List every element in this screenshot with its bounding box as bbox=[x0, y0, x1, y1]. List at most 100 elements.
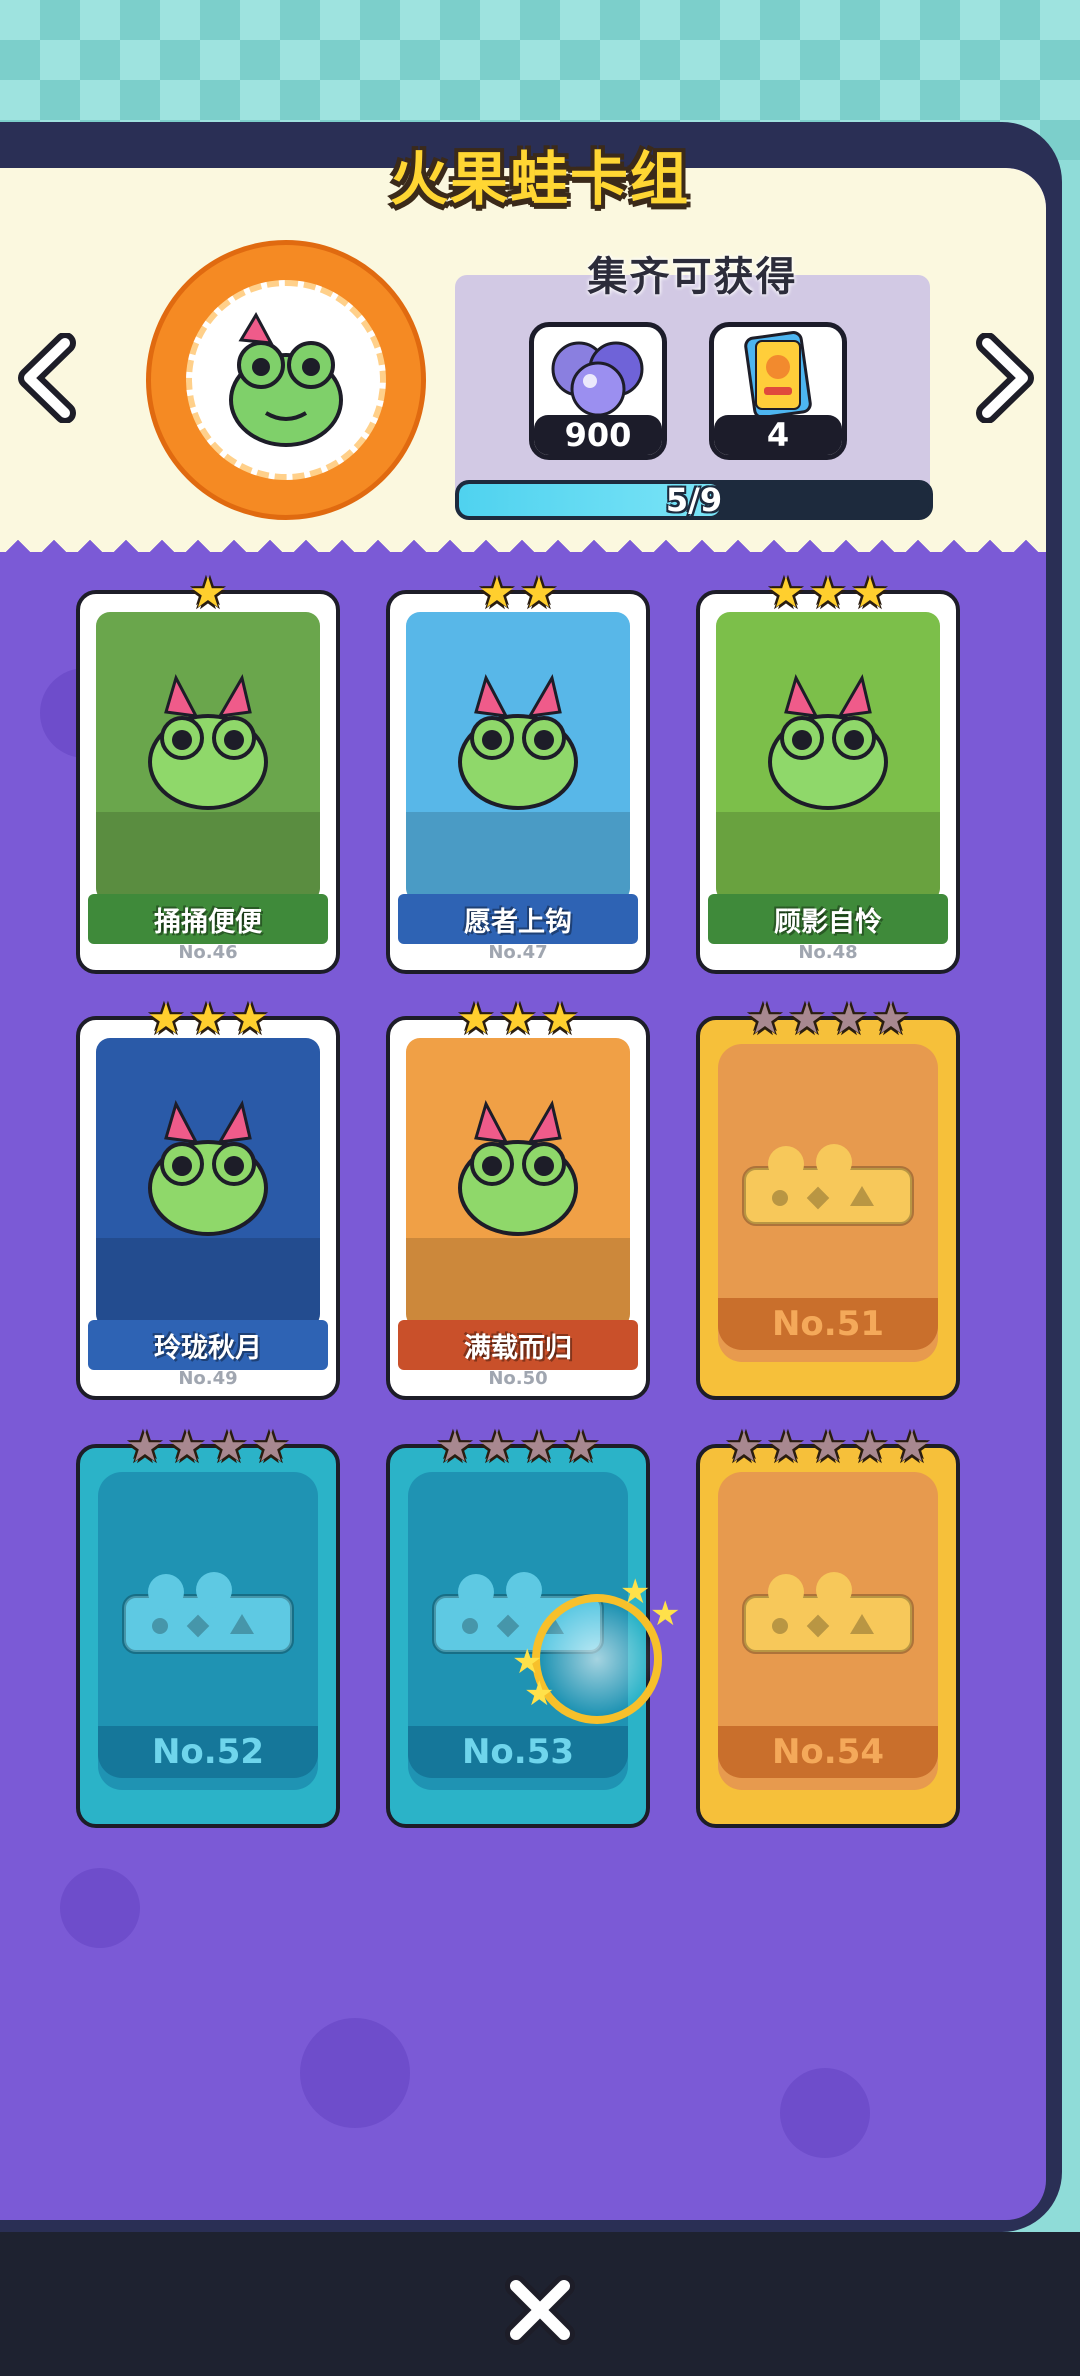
star-icon: ★ bbox=[168, 1422, 206, 1471]
card-stars: ★ ★ ★ bbox=[700, 572, 956, 614]
frog-illustration-icon bbox=[406, 673, 630, 902]
sparkle-star-icon: ★ bbox=[650, 1594, 681, 1634]
deck-medallion bbox=[146, 240, 426, 520]
star-icon: ★ bbox=[872, 994, 910, 1043]
card-artwork bbox=[406, 1038, 630, 1328]
reward-gems[interactable]: 900 bbox=[529, 322, 667, 460]
card-artwork bbox=[716, 612, 940, 902]
card-number: No.46 bbox=[178, 942, 238, 963]
star-icon: ★ bbox=[809, 1422, 847, 1471]
card-stars: ★ ★ ★ bbox=[80, 998, 336, 1040]
card-title: 捅捅便便 bbox=[88, 894, 328, 944]
card-stars: ★ ★ ★ ★ bbox=[700, 998, 956, 1040]
card-artwork bbox=[96, 1038, 320, 1328]
card-stars: ★ ★ bbox=[390, 572, 646, 614]
card-no51[interactable]: ★ ★ ★ ★ No.51 bbox=[696, 998, 960, 1400]
gem-orbs-icon bbox=[551, 341, 644, 417]
frog-avatar-icon bbox=[229, 311, 343, 447]
card-stars: ★ ★ ★ ★ bbox=[390, 1426, 646, 1468]
star-icon: ★ bbox=[851, 1422, 889, 1471]
star-icon: ★ bbox=[767, 568, 805, 617]
card-number: No.54 bbox=[718, 1726, 938, 1778]
star-icon: ★ bbox=[126, 1422, 164, 1471]
card-number: No.52 bbox=[98, 1726, 318, 1778]
card-no46[interactable]: ★ 捅捅便便 No.46 bbox=[76, 572, 340, 974]
close-icon bbox=[505, 2275, 575, 2345]
card-number: No.49 bbox=[178, 1368, 238, 1389]
card-title: 玲珑秋月 bbox=[88, 1320, 328, 1370]
card-title: 满载而归 bbox=[398, 1320, 638, 1370]
locked-card-logo-icon bbox=[738, 1568, 918, 1658]
star-icon: ★ bbox=[457, 994, 495, 1043]
card-stars: ★ ★ ★ ★ bbox=[80, 1426, 336, 1468]
zigzag-divider bbox=[0, 528, 1046, 552]
star-icon: ★ bbox=[436, 1422, 474, 1471]
progress-text: 5/9 bbox=[665, 481, 723, 519]
card-number: No.53 bbox=[408, 1726, 628, 1778]
collection-progress-bar: 5/9 bbox=[455, 480, 933, 520]
locked-card-logo-icon bbox=[738, 1140, 918, 1230]
prev-deck-button[interactable] bbox=[10, 330, 86, 426]
reward-label: 集齐可获得 bbox=[587, 254, 798, 300]
card-no50[interactable]: ★ ★ ★ 满载而归 No.50 bbox=[386, 998, 650, 1400]
card-stars: ★ ★ ★ ★ ★ bbox=[700, 1426, 956, 1468]
reward-box bbox=[455, 275, 930, 507]
card-number: No.47 bbox=[488, 942, 548, 963]
star-icon: ★ bbox=[520, 568, 558, 617]
frog-illustration-icon bbox=[406, 1099, 630, 1328]
star-icon: ★ bbox=[767, 1422, 805, 1471]
chevron-left-icon bbox=[18, 333, 76, 423]
frog-illustration-icon bbox=[96, 673, 320, 902]
card-no48[interactable]: ★ ★ ★ 顾影自怜 No.48 bbox=[696, 572, 960, 974]
locked-card-logo-icon bbox=[118, 1568, 298, 1658]
frog-illustration-icon bbox=[96, 1099, 320, 1328]
card-title: 愿者上钩 bbox=[398, 894, 638, 944]
star-icon: ★ bbox=[231, 994, 269, 1043]
chevron-right-icon bbox=[976, 333, 1034, 423]
frog-illustration-icon bbox=[716, 673, 940, 902]
star-icon: ★ bbox=[478, 568, 516, 617]
star-icon: ★ bbox=[562, 1422, 600, 1471]
card-number: No.48 bbox=[798, 942, 858, 963]
star-icon: ★ bbox=[478, 1422, 516, 1471]
star-icon: ★ bbox=[809, 568, 847, 617]
card-artwork bbox=[406, 612, 630, 902]
star-icon: ★ bbox=[851, 568, 889, 617]
deck-title: 火果蛙卡组 bbox=[389, 145, 690, 213]
star-icon: ★ bbox=[189, 568, 227, 617]
sparkle-star-icon: ★ bbox=[620, 1572, 651, 1612]
star-icon: ★ bbox=[147, 994, 185, 1043]
sparkle-effect: ★ ★ ★ ★ bbox=[512, 1572, 680, 1724]
decor-pattern bbox=[300, 2018, 410, 2128]
card-number: No.51 bbox=[718, 1298, 938, 1350]
reward-card-pack-count: 4 bbox=[714, 415, 842, 455]
star-icon: ★ bbox=[788, 994, 826, 1043]
reward-gems-count: 900 bbox=[534, 415, 662, 455]
card-no47[interactable]: ★ ★ 愿者上钩 No.47 bbox=[386, 572, 650, 974]
sparkle-star-icon: ★ bbox=[524, 1674, 555, 1714]
decor-pattern bbox=[780, 2068, 870, 2158]
card-no54[interactable]: ★ ★ ★ ★ ★ No.54 bbox=[696, 1426, 960, 1828]
card-artwork bbox=[96, 612, 320, 902]
card-stars: ★ bbox=[80, 572, 336, 614]
card-number: No.50 bbox=[488, 1368, 548, 1389]
star-icon: ★ bbox=[520, 1422, 558, 1471]
star-icon: ★ bbox=[830, 994, 868, 1043]
star-icon: ★ bbox=[541, 994, 579, 1043]
star-icon: ★ bbox=[189, 994, 227, 1043]
star-icon: ★ bbox=[252, 1422, 290, 1471]
star-icon: ★ bbox=[746, 994, 784, 1043]
decor-pattern bbox=[60, 1868, 140, 1948]
card-no49[interactable]: ★ ★ ★ 玲珑秋月 No.49 bbox=[76, 998, 340, 1400]
card-title: 顾影自怜 bbox=[708, 894, 948, 944]
star-icon: ★ bbox=[725, 1422, 763, 1471]
star-icon: ★ bbox=[499, 994, 537, 1043]
star-icon: ★ bbox=[893, 1422, 931, 1471]
star-icon: ★ bbox=[210, 1422, 248, 1471]
close-button[interactable] bbox=[500, 2270, 580, 2350]
card-pack-icon bbox=[744, 331, 812, 419]
next-deck-button[interactable] bbox=[966, 330, 1042, 426]
card-stars: ★ ★ ★ bbox=[390, 998, 646, 1040]
reward-card-pack[interactable]: 4 bbox=[709, 322, 847, 460]
card-no52[interactable]: ★ ★ ★ ★ No.52 bbox=[76, 1426, 340, 1828]
